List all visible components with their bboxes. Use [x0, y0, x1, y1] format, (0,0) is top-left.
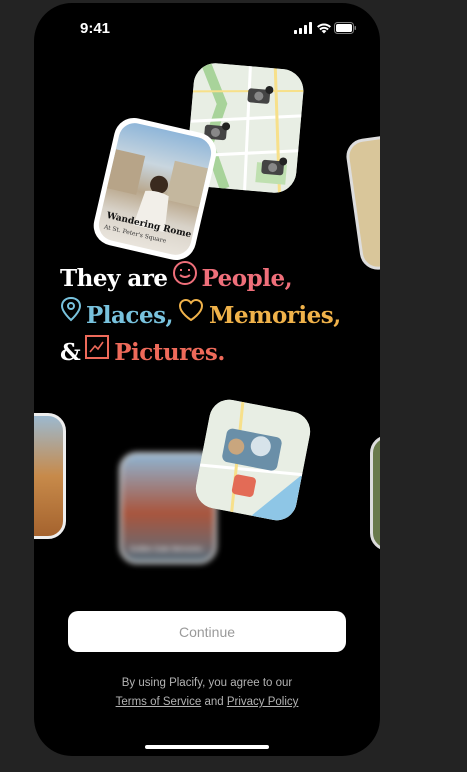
- status-time: 9:41: [80, 20, 111, 37]
- map-pin-icon: [60, 296, 82, 335]
- smiley-icon: [172, 260, 198, 297]
- legal-text: By using Placify, you agree to our: [121, 677, 293, 689]
- headline-line-3: & Pictures.: [60, 334, 380, 371]
- signal-icon: [294, 22, 312, 34]
- side-photo-card-right-2[interactable]: [370, 435, 380, 551]
- wifi-icon: [317, 23, 331, 34]
- status-bar: 9:41: [34, 3, 380, 49]
- headline-line-1: They are People,: [60, 260, 380, 297]
- photo-card[interactable]: Wandering Rome At St. Peter's Square: [89, 113, 221, 265]
- battery-icon: [334, 22, 356, 34]
- legal-notice: By using Placify, you agree to our Terms…: [34, 674, 380, 712]
- heart-icon: [177, 297, 205, 334]
- picture-icon: [84, 334, 110, 371]
- camera-icon: [246, 84, 274, 111]
- side-photo-card-left[interactable]: [34, 413, 66, 539]
- word-memories: Memories,: [209, 302, 341, 329]
- map-illustration-secondary: [192, 396, 314, 524]
- camera-icon: [259, 156, 288, 183]
- headline-ampersand: &: [60, 339, 81, 366]
- phone-screen: 9:41 Wandering Rome At St. Peter's Squar…: [34, 3, 380, 756]
- word-pictures: Pictures.: [114, 339, 225, 366]
- home-indicator[interactable]: [145, 745, 269, 749]
- word-people: People,: [201, 265, 293, 292]
- legal-links: Terms of Service and Privacy Policy: [34, 693, 380, 712]
- privacy-policy-link[interactable]: Privacy Policy: [227, 696, 299, 708]
- headline: They are People, Places, Memories, & Pic…: [60, 260, 380, 371]
- signal-wifi-battery-icon: [294, 22, 356, 34]
- map-card-secondary[interactable]: [192, 396, 314, 524]
- word-places: Places,: [86, 302, 174, 329]
- blurred-card-caption: Golden Gate Memories: [130, 546, 203, 553]
- photo-image: Wandering Rome At St. Peter's Square: [95, 119, 215, 259]
- headline-prefix: They are: [60, 265, 168, 292]
- legal-and: and: [204, 696, 224, 708]
- terms-of-service-link[interactable]: Terms of Service: [116, 696, 202, 708]
- headline-line-2: Places, Memories,: [60, 296, 380, 335]
- continue-button[interactable]: Continue: [68, 611, 346, 652]
- status-icons: [294, 21, 356, 39]
- side-photo-card-right[interactable]: [344, 132, 380, 272]
